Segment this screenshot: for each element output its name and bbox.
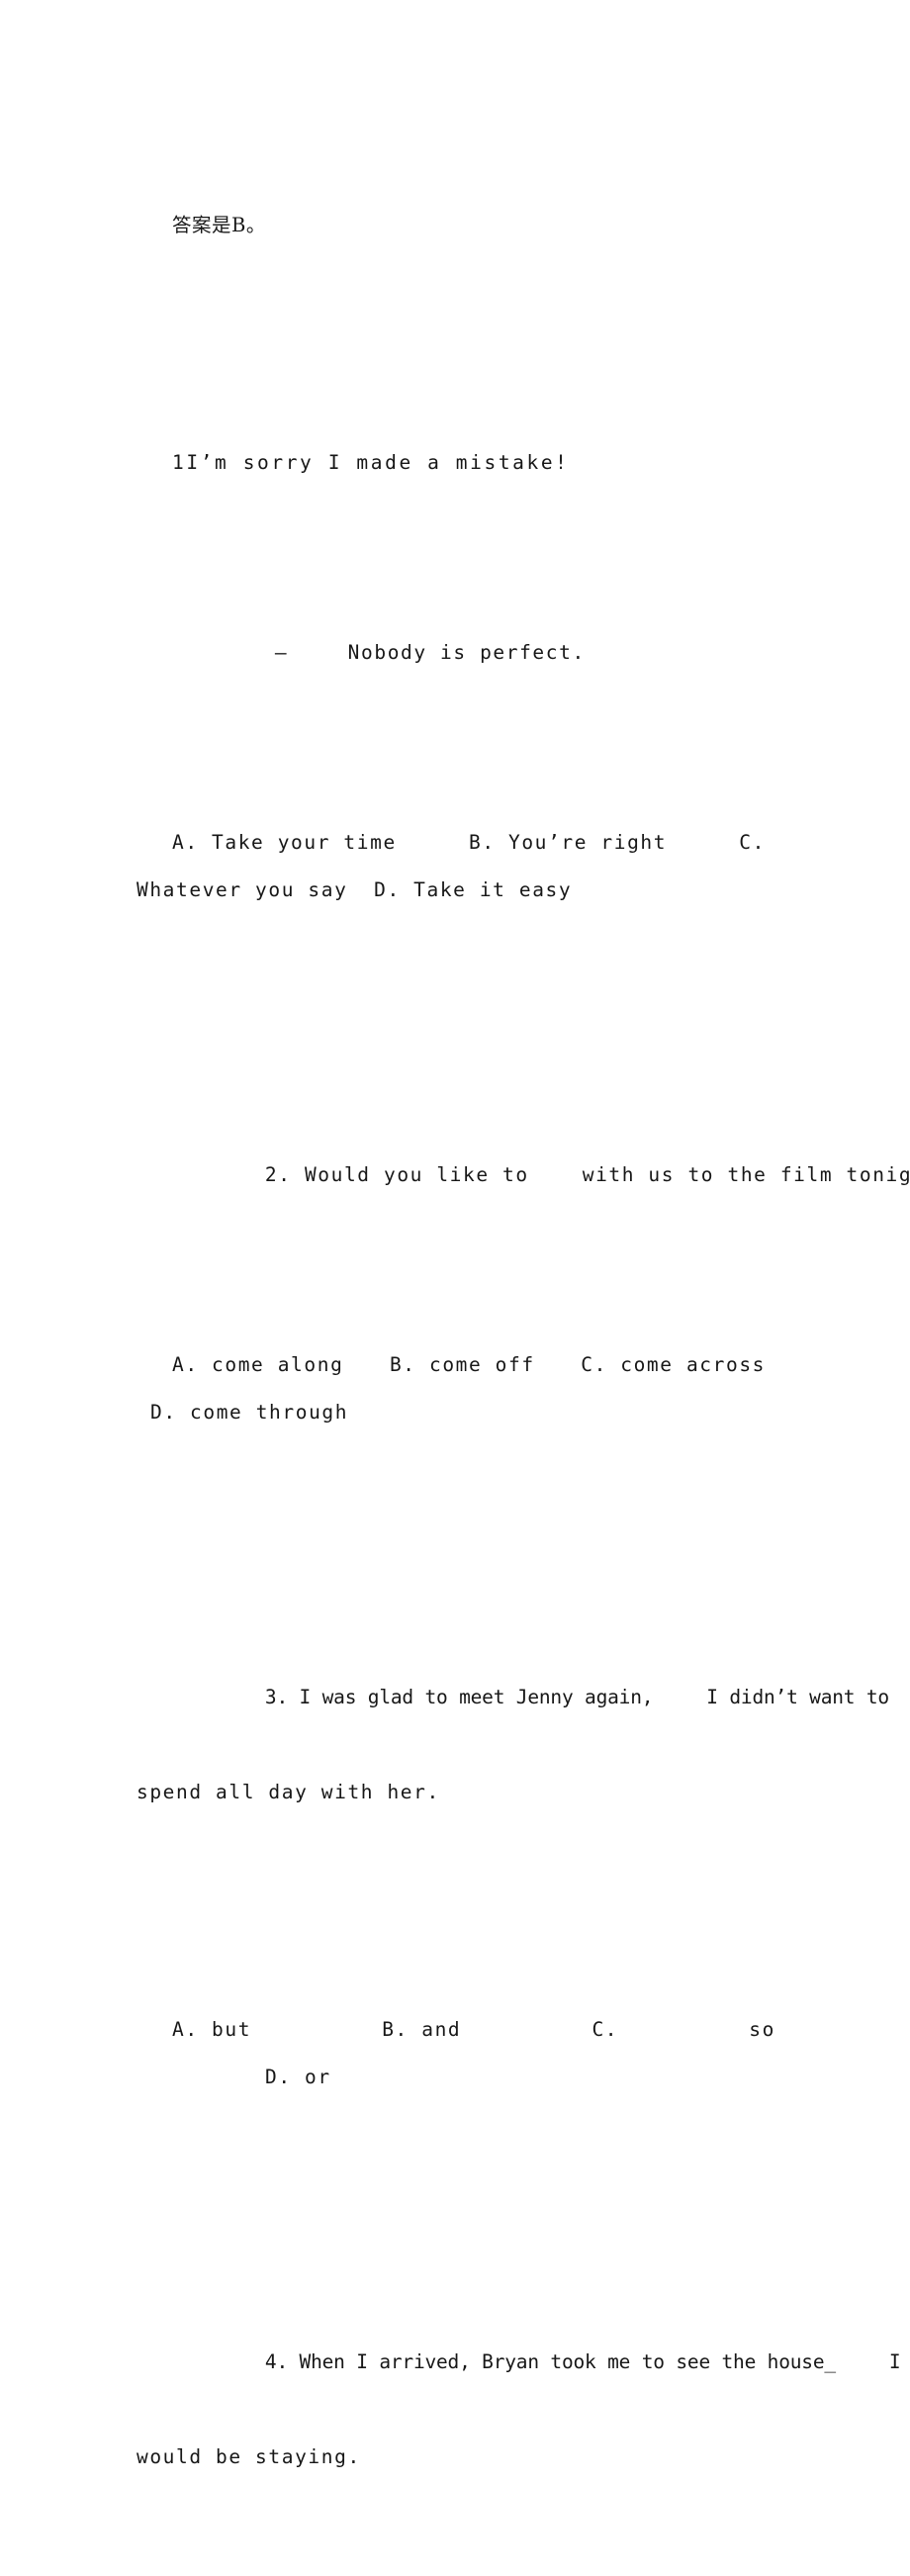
- option-label-c: C. come across: [581, 1353, 766, 1376]
- option-label-a: A. but: [172, 2018, 252, 2041]
- document-body: 答案是B。 1I’m sorry I made a mistake! — Nobo…: [136, 107, 910, 2576]
- question-1-stem-line-1: 1I’m sorry I made a mistake!: [172, 451, 570, 474]
- question-block-1: 1I’m sorry I made a mistake! — Nobody is …: [136, 344, 774, 1009]
- question-4-stem-tail: I: [888, 2350, 901, 2373]
- question-1-stem-line-2: — Nobody is perfect.: [136, 582, 774, 664]
- question-block-2: 2. Would you like to with us to the film …: [136, 1009, 910, 1531]
- question-3-stem-line-1: 3. I was glad to meet Jenny again, I didn…: [136, 1626, 889, 1708]
- question-3-options-line-1: A. but B. and C. so: [136, 1911, 774, 2041]
- question-2-stem-head: 2. Would you like to: [264, 1163, 529, 1186]
- question-2-options-line-1: A. come along B. come off C. come across: [136, 1246, 774, 1376]
- option-label-c: C.: [739, 831, 766, 854]
- question-4-stem-head: 4. When I arrived, Bryan took me to see …: [264, 2350, 836, 2373]
- question-block-3: 3. I was glad to meet Jenny again, I didn…: [136, 1531, 889, 2196]
- question-2-options-line-2: D. come through: [150, 1401, 349, 1424]
- question-3-stem-tail: I didn’t want to: [706, 1686, 889, 1708]
- option-label-b: B. come off: [389, 1353, 535, 1376]
- option-label-c: C.: [592, 2018, 619, 2041]
- answer-note-line: 答案是B。: [172, 214, 266, 236]
- question-4-stem-line-2: would be staying.: [136, 2445, 361, 2468]
- question-3-stem-line-2: spend all day with her.: [136, 1781, 440, 1803]
- answer-note-paragraph: 答案是B。: [136, 107, 774, 344]
- question-1-options-line-2: Whatever you say D. Take it easy: [136, 878, 573, 901]
- question-block-4: 4. When I arrived, Bryan took me to see …: [136, 2196, 901, 2576]
- question-2-stem-tail: with us to the film tonight?: [582, 1163, 910, 1186]
- option-c-text: so: [749, 2018, 775, 2041]
- question-4-stem-line-1: 4. When I arrived, Bryan took me to see …: [136, 2291, 901, 2373]
- question-3-options-line-2: D. or: [265, 2066, 331, 2088]
- option-label-b: B. You’re right: [468, 831, 668, 854]
- option-label-a: A. Take your time: [172, 831, 397, 854]
- dash-marker: —: [274, 641, 287, 664]
- question-2-stem-line-1: 2. Would you like to with us to the film …: [136, 1104, 910, 1186]
- option-label-a: A. come along: [172, 1353, 344, 1376]
- question-1-reply: Nobody is perfect.: [347, 641, 586, 664]
- question-3-stem-head: 3. I was glad to meet Jenny again,: [264, 1686, 654, 1708]
- question-1-options-line-1: A. Take your time B. You’re right C.: [136, 724, 774, 854]
- document-page: 答案是B。 1I’m sorry I made a mistake! — Nobo…: [0, 0, 910, 2468]
- option-label-b: B. and: [382, 2018, 462, 2041]
